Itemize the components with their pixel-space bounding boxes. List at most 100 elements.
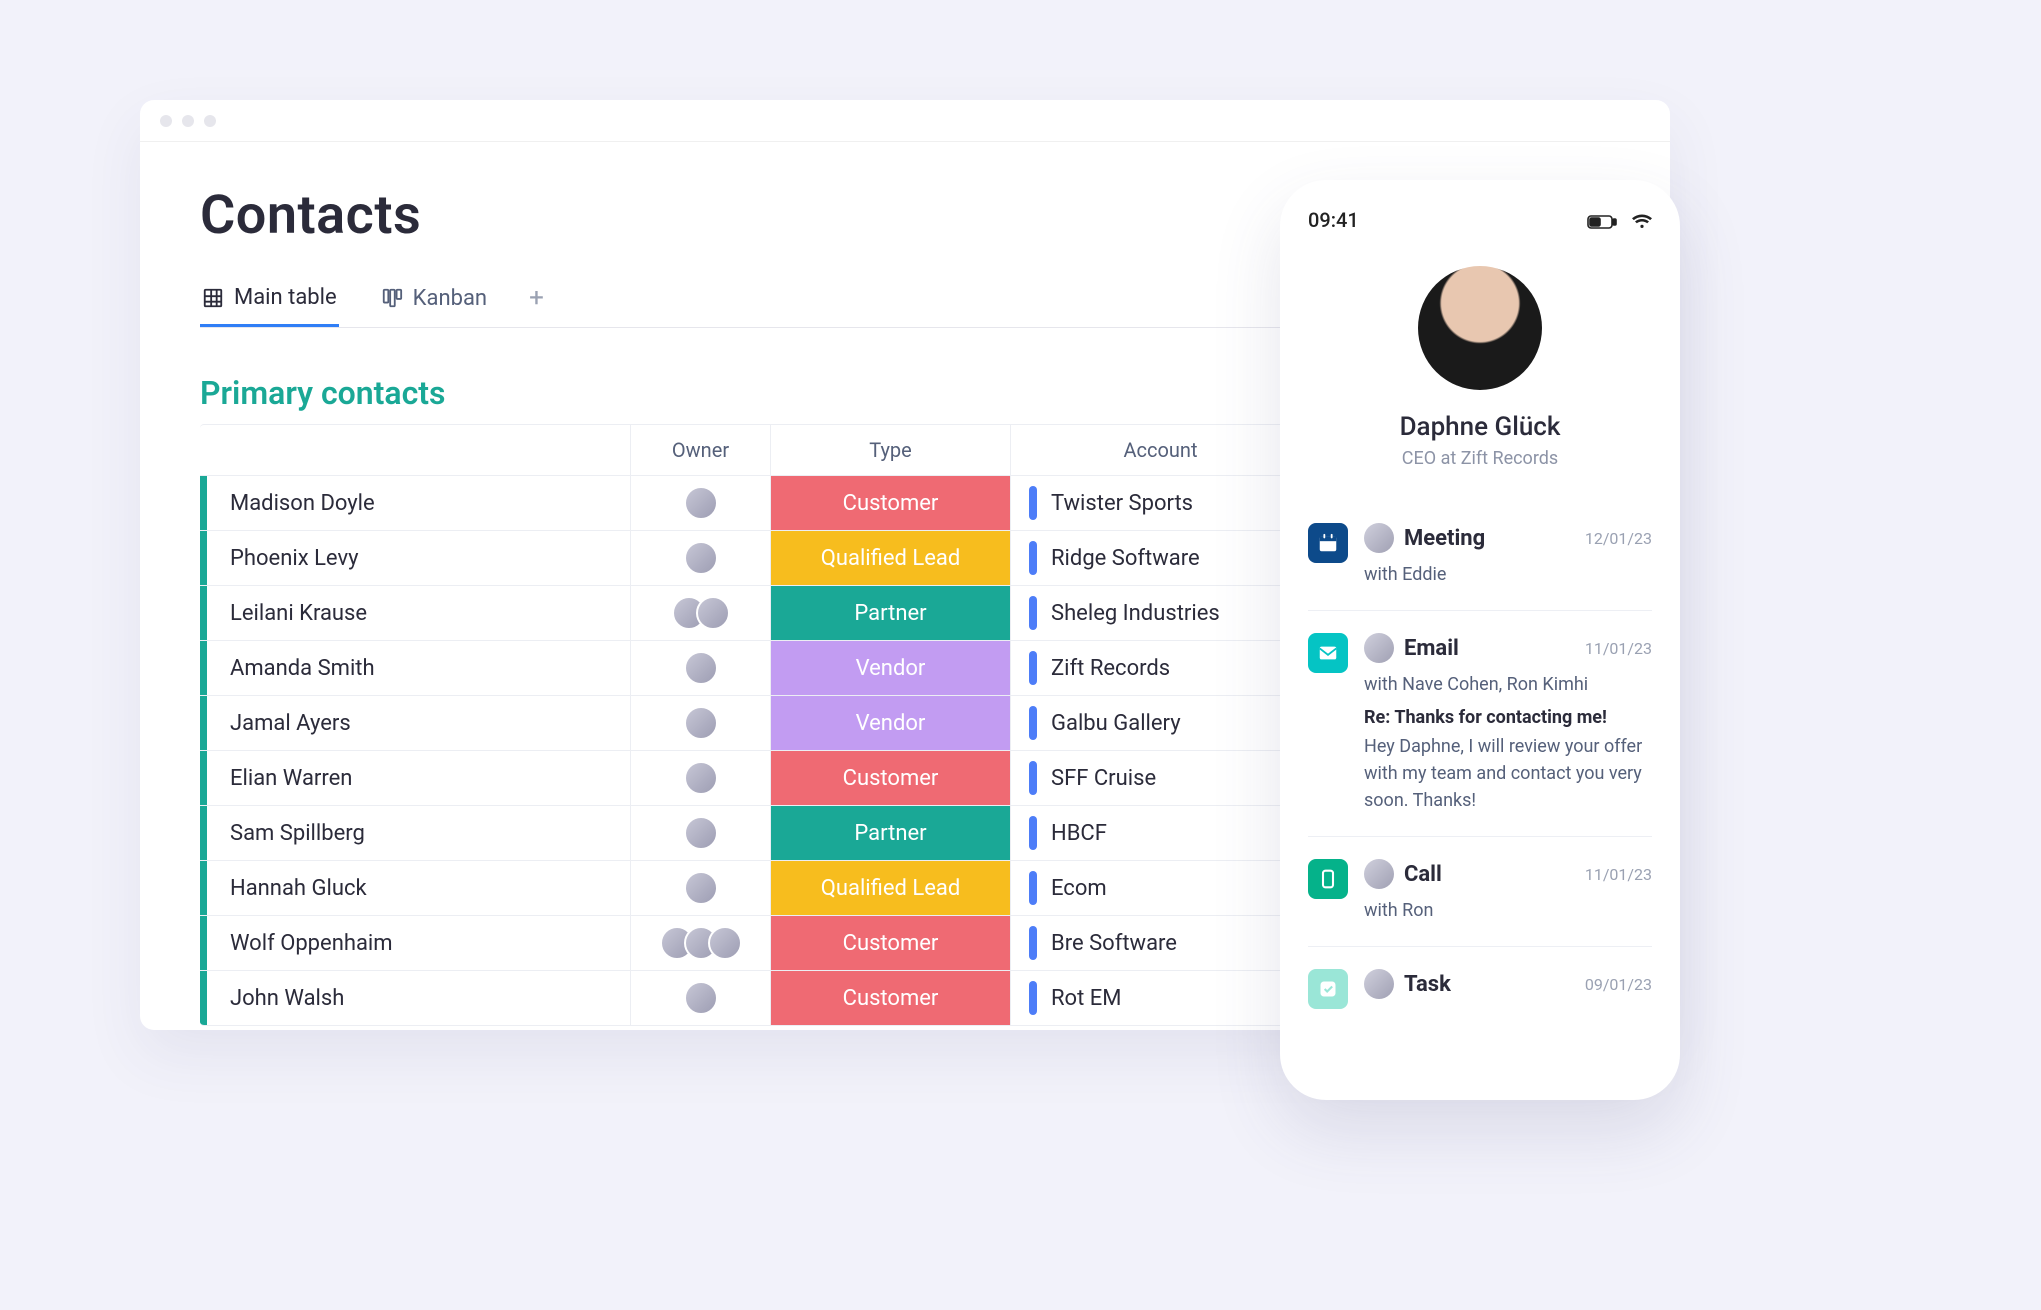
account-cell[interactable]: Twister Sports (1010, 476, 1310, 530)
type-cell[interactable]: Partner (770, 586, 1010, 640)
type-cell[interactable]: Vendor (770, 641, 1010, 695)
type-pill: Customer (771, 751, 1010, 805)
type-cell[interactable]: Customer (770, 476, 1010, 530)
account-cell[interactable]: Bre Software (1010, 916, 1310, 970)
timeline-date: 11/01/23 (1585, 865, 1652, 884)
owner-cell[interactable] (630, 586, 770, 640)
owner-cell[interactable] (630, 861, 770, 915)
window-dot (160, 115, 172, 127)
add-view-button[interactable]: + (529, 283, 544, 327)
avatar (684, 706, 718, 740)
account-cell[interactable]: Ecom (1010, 861, 1310, 915)
type-cell[interactable]: Customer (770, 916, 1010, 970)
contact-name-cell[interactable]: Leilani Krause (200, 586, 630, 640)
contact-name-cell[interactable]: Madison Doyle (200, 476, 630, 530)
timeline-title: Meeting (1404, 526, 1575, 551)
account-cell[interactable]: Ridge Software (1010, 531, 1310, 585)
timeline-item-call[interactable]: Call11/01/23with Ron (1308, 836, 1652, 946)
contact-name-cell[interactable]: Hannah Gluck (200, 861, 630, 915)
type-cell[interactable]: Vendor (770, 696, 1010, 750)
link-handle-icon (1029, 816, 1037, 850)
contact-name-cell[interactable]: Sam Spillberg (200, 806, 630, 860)
avatar (684, 871, 718, 905)
tab-main-table[interactable]: Main table (200, 285, 339, 327)
account-cell[interactable]: SFF Cruise (1010, 751, 1310, 805)
wifi-icon (1632, 214, 1652, 230)
type-pill: Customer (771, 971, 1010, 1025)
email-icon (1308, 633, 1348, 673)
link-handle-icon (1029, 706, 1037, 740)
avatar (1418, 266, 1542, 390)
timeline-detail: with Nave Cohen, Ron KimhiRe: Thanks for… (1364, 671, 1652, 814)
account-cell[interactable]: HBCF (1010, 806, 1310, 860)
timeline-item-task[interactable]: Task 09/01/23 (1308, 946, 1652, 1031)
owner-cell[interactable] (630, 971, 770, 1025)
type-pill: Vendor (771, 641, 1010, 695)
link-handle-icon (1029, 486, 1037, 520)
type-cell[interactable]: Partner (770, 806, 1010, 860)
contact-name-cell[interactable]: John Walsh (200, 971, 630, 1025)
tab-kanban[interactable]: Kanban (379, 286, 489, 325)
link-handle-icon (1029, 651, 1037, 685)
contact-name-cell[interactable]: Phoenix Levy (200, 531, 630, 585)
avatar (684, 651, 718, 685)
contact-name-cell[interactable]: Elian Warren (200, 751, 630, 805)
contact-name-cell[interactable]: Wolf Oppenhaim (200, 916, 630, 970)
link-handle-icon (1029, 541, 1037, 575)
timeline-date: 11/01/23 (1585, 639, 1652, 658)
battery-icon (1587, 214, 1617, 230)
contact-detail-phone: 09:41 Daphne Glück CEO at Zift Records M… (1280, 180, 1680, 1100)
timeline-item-meeting[interactable]: Meeting 12/01/23 with Eddie (1308, 501, 1652, 610)
owner-cell[interactable] (630, 751, 770, 805)
type-cell[interactable]: Customer (770, 971, 1010, 1025)
type-pill: Vendor (771, 696, 1010, 750)
timeline-date: 12/01/23 (1585, 529, 1652, 548)
account-cell[interactable]: Rot EM (1010, 971, 1310, 1025)
tab-label: Kanban (413, 286, 487, 311)
timeline-date: 09/01/23 (1585, 975, 1652, 994)
account-cell[interactable]: Zift Records (1010, 641, 1310, 695)
timeline-detail: with Eddie (1364, 561, 1652, 588)
owner-cell[interactable] (630, 806, 770, 860)
contact-name-cell[interactable]: Jamal Ayers (200, 696, 630, 750)
timeline-item-email[interactable]: Email11/01/23with Nave Cohen, Ron KimhiR… (1308, 610, 1652, 836)
link-handle-icon (1029, 926, 1037, 960)
kanban-icon (381, 287, 403, 309)
col-account[interactable]: Account (1010, 425, 1310, 475)
timeline-title: Call (1404, 862, 1575, 887)
contact-role: CEO at Zift Records (1308, 448, 1652, 469)
col-owner[interactable]: Owner (630, 425, 770, 475)
type-pill: Partner (771, 586, 1010, 640)
avatar (684, 761, 718, 795)
avatar (684, 981, 718, 1015)
phone-status-bar: 09:41 (1308, 208, 1652, 232)
type-pill: Qualified Lead (771, 531, 1010, 585)
timeline-title: Task (1404, 972, 1575, 997)
contact-name-cell[interactable]: Amanda Smith (200, 641, 630, 695)
link-handle-icon (1029, 981, 1037, 1015)
link-handle-icon (1029, 761, 1037, 795)
type-pill: Customer (771, 916, 1010, 970)
avatar (1364, 523, 1394, 553)
type-cell[interactable]: Customer (770, 751, 1010, 805)
owner-cell[interactable] (630, 531, 770, 585)
task-icon (1308, 969, 1348, 1009)
col-type[interactable]: Type (770, 425, 1010, 475)
call-icon (1308, 859, 1348, 899)
account-cell[interactable]: Sheleg Industries (1010, 586, 1310, 640)
account-cell[interactable]: Galbu Gallery (1010, 696, 1310, 750)
owner-cell[interactable] (630, 696, 770, 750)
window-titlebar (140, 100, 1670, 142)
owner-cell[interactable] (630, 916, 770, 970)
avatar (708, 926, 742, 960)
contact-name: Daphne Glück (1308, 412, 1652, 442)
col-name (200, 425, 630, 475)
avatar (1364, 633, 1394, 663)
type-pill: Qualified Lead (771, 861, 1010, 915)
owner-cell[interactable] (630, 476, 770, 530)
tab-label: Main table (234, 285, 337, 310)
owner-cell[interactable] (630, 641, 770, 695)
type-cell[interactable]: Qualified Lead (770, 531, 1010, 585)
type-cell[interactable]: Qualified Lead (770, 861, 1010, 915)
activity-timeline: Meeting 12/01/23 with Eddie Email11/01/23wi… (1308, 501, 1652, 1031)
